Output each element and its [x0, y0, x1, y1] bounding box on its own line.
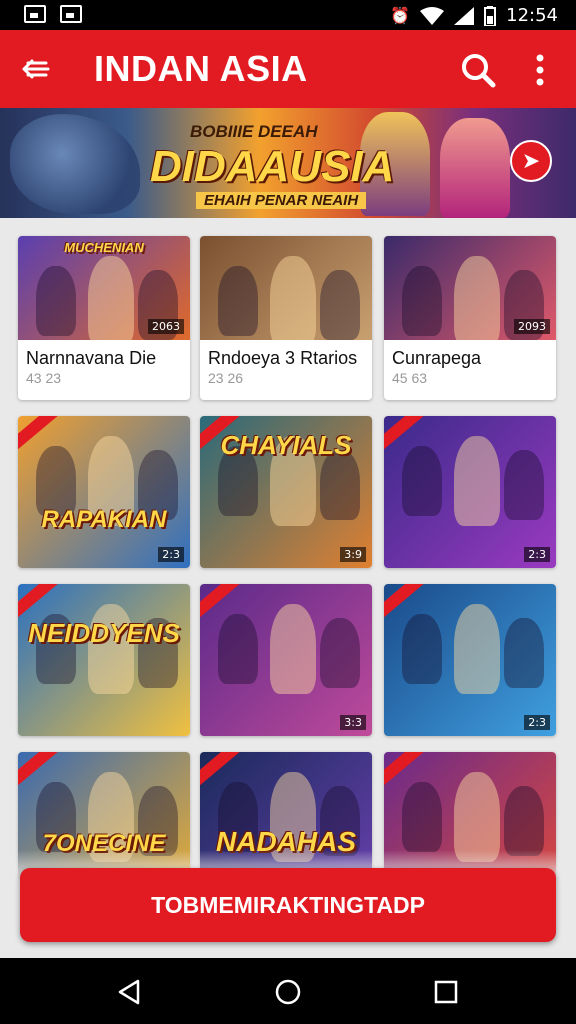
nav-recents-button[interactable]	[432, 978, 460, 1006]
character-figure	[504, 450, 544, 520]
banner-title: DIDAAUSIA	[150, 142, 395, 191]
back-button[interactable]	[18, 52, 52, 86]
wifi-icon	[420, 6, 445, 25]
game-thumbnail: 2093	[384, 236, 556, 340]
game-title: Narnnavana Die	[26, 348, 157, 368]
character-figure	[454, 256, 500, 340]
banner-next-button[interactable]: ➤	[510, 140, 552, 182]
character-figure	[504, 618, 544, 688]
heroine-art	[440, 118, 510, 218]
game-thumbnail: CHAYIALS 3:9	[200, 416, 372, 568]
cta-button[interactable]: TOBMEMIRAKTINGTADP	[20, 868, 556, 942]
game-thumbnail: 2:3	[384, 416, 556, 568]
gallery-notification-icon	[24, 5, 46, 23]
nav-back-button[interactable]	[116, 978, 144, 1006]
more-vert-icon	[536, 54, 544, 86]
character-figure	[36, 266, 76, 336]
game-art-text: NEIDDYENS	[28, 618, 180, 648]
game-meta: 23 26	[208, 370, 244, 386]
game-art-text: MUCHENIAN	[64, 240, 144, 255]
game-card[interactable]: 2:3	[384, 416, 556, 568]
game-thumbnail: NEIDDYENS	[18, 584, 190, 736]
character-figure	[270, 256, 316, 340]
clock: 12:54	[506, 5, 558, 26]
game-card[interactable]: RAPAKIAN 2:3	[18, 416, 190, 568]
game-card[interactable]: Rndoeya 3 Rtarios 23 26	[200, 236, 372, 400]
app-title: INDAN ASIA	[94, 48, 308, 89]
chevron-right-icon: ➤	[521, 148, 541, 173]
nav-home-button[interactable]	[274, 978, 302, 1006]
photo-notification-icon	[60, 5, 82, 23]
game-card[interactable]: 3:3	[200, 584, 372, 736]
game-title: Cunrapega	[392, 348, 482, 368]
game-art-text: CHAYIALS	[220, 430, 352, 460]
square-recents-icon	[434, 980, 458, 1004]
signal-icon	[454, 6, 475, 25]
character-figure	[320, 270, 360, 340]
navigation-bar	[0, 958, 576, 1024]
game-card[interactable]: MUCHENIAN 2063 Narnnavana Die 43 23	[18, 236, 190, 400]
battery-icon	[484, 5, 497, 26]
triangle-back-icon	[118, 979, 140, 1005]
game-thumbnail	[200, 236, 372, 340]
duration-badge: 3:9	[340, 547, 366, 562]
duration-badge: 2:3	[524, 715, 550, 730]
banner-subtitle: EHAIH PENAR NEAIH	[196, 192, 367, 209]
duration-badge: 2093	[514, 319, 550, 334]
character-figure	[270, 604, 316, 694]
duration-badge: 3:3	[340, 715, 366, 730]
character-figure	[454, 772, 500, 862]
character-figure	[402, 782, 442, 852]
character-figure	[88, 256, 134, 340]
featured-banner[interactable]: BOBIIIE DEEAH DIDAAUSIA EHAIH PENAR NEAI…	[0, 108, 576, 218]
character-figure	[454, 604, 500, 694]
duration-badge: 2063	[148, 319, 184, 334]
character-figure	[402, 266, 442, 336]
game-thumbnail: 3:3	[200, 584, 372, 736]
circle-home-icon	[275, 979, 301, 1005]
dragon-art	[10, 114, 140, 214]
search-icon	[462, 54, 496, 88]
status-bar: ⏰ 12:54	[0, 0, 576, 30]
banner-top-text: BOBIIIE DEEAH	[190, 122, 318, 141]
duration-badge: 2:3	[158, 547, 184, 562]
duration-badge: 2:3	[524, 547, 550, 562]
game-thumbnail: 2:3	[384, 584, 556, 736]
character-figure	[504, 786, 544, 856]
game-title: Rndoeya 3 Rtarios	[208, 348, 358, 368]
game-card[interactable]: 2:3	[384, 584, 556, 736]
game-card[interactable]: 2093 Cunrapega 45 63	[384, 236, 556, 400]
game-thumbnail: RAPAKIAN 2:3	[18, 416, 190, 568]
game-thumbnail: MUCHENIAN 2063	[18, 236, 190, 340]
character-figure	[402, 614, 442, 684]
more-options-button[interactable]	[528, 52, 552, 88]
character-figure	[454, 436, 500, 526]
game-card[interactable]: CHAYIALS 3:9	[200, 416, 372, 568]
alarm-icon: ⏰	[390, 7, 411, 25]
app-bar: INDAN ASIA	[0, 30, 576, 108]
back-arrow-icon	[22, 59, 50, 79]
character-figure	[402, 446, 442, 516]
game-meta: 45 63	[392, 370, 428, 386]
game-card[interactable]: NEIDDYENS	[18, 584, 190, 736]
character-figure	[218, 266, 258, 336]
game-art-text: RAPAKIAN	[41, 506, 167, 533]
character-figure	[320, 618, 360, 688]
game-meta: 43 23	[26, 370, 62, 386]
character-figure	[218, 614, 258, 684]
search-button[interactable]	[458, 50, 498, 90]
